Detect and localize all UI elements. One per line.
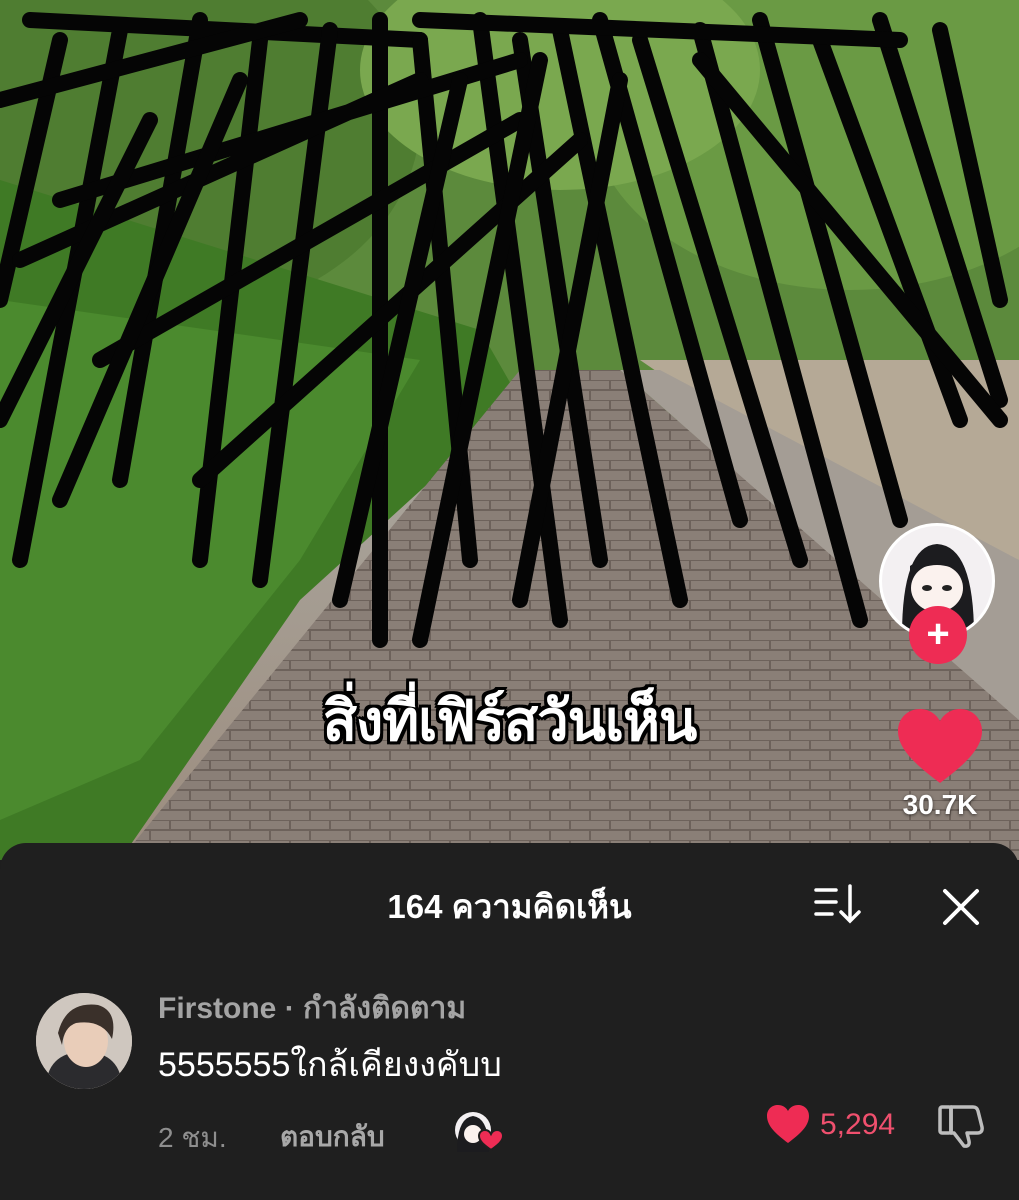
comment-username[interactable]: Firstone [158,992,276,1025]
heart-icon[interactable] [896,707,984,785]
follow-button[interactable]: + [909,606,967,664]
heart-icon[interactable] [765,1103,811,1145]
sort-icon[interactable] [812,882,864,926]
dislike-icon[interactable] [937,1103,985,1149]
commenter-avatar[interactable] [36,993,132,1089]
close-icon[interactable] [938,884,984,930]
video-caption: สิ่งที่เฟิร์สวันเห็น [322,689,698,754]
comment-relation: กำลังติดตาม [303,992,467,1025]
video-like-count: 30.7K [902,789,978,820]
plus-icon: + [926,612,950,656]
reply-button[interactable]: ตอบกลับ [280,1115,385,1159]
comment-time: 2 ชม. [158,1122,227,1153]
comment-meta-separator: · [276,992,304,1025]
comment-like-count: 5,294 [820,1108,896,1141]
comment-text: 5555555ใกล้เคียงงคับบ [158,1046,502,1084]
commenter-avatar-image [36,993,132,1089]
creator-liked-badge [455,1112,503,1152]
video-player[interactable]: สิ่งที่เฟิร์สวันเห็น + 30.7K [0,0,1019,860]
comments-title: 164 ความคิดเห็น [387,888,632,925]
comment-meta: Firstone · กำลังติดตาม [158,985,466,1032]
